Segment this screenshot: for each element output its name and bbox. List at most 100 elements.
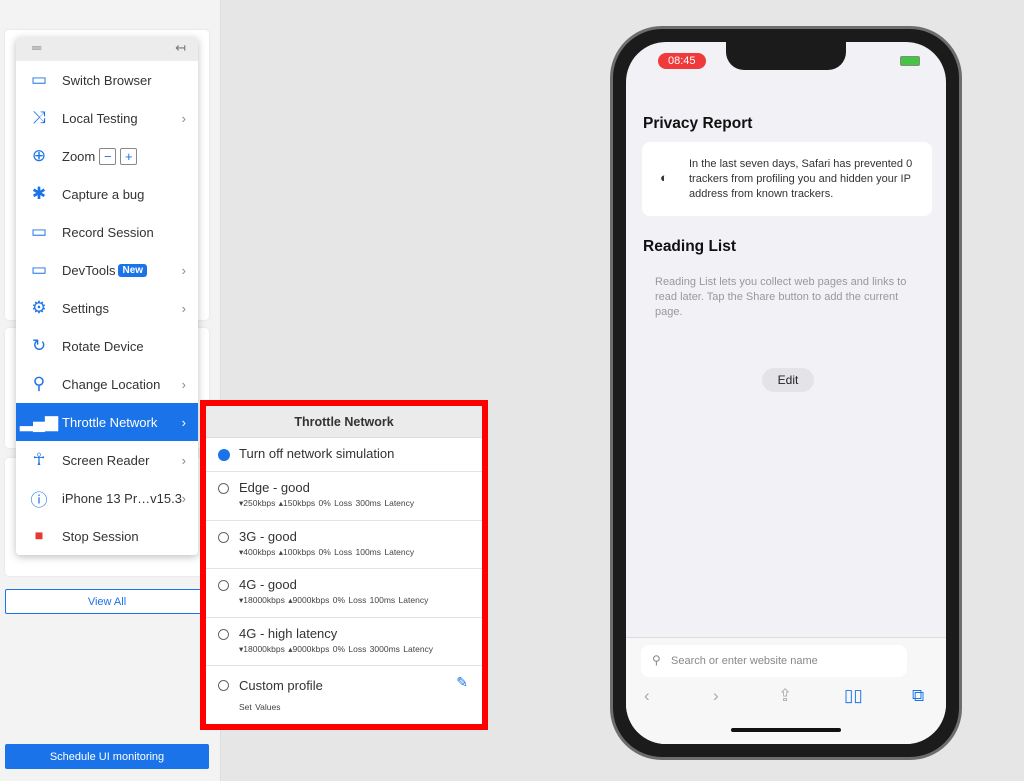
new-badge: New (118, 263, 148, 277)
throttle-network-panel: Throttle Network Turn off network simula… (200, 400, 488, 730)
schedule-ui-monitoring-button[interactable]: Schedule UI monitoring (5, 744, 209, 769)
radio[interactable] (218, 680, 229, 691)
search-placeholder: Search or enter website name (671, 655, 818, 667)
video-icon: ▭ (30, 222, 48, 241)
option-stats: ▾400kbps ▴100kbps 0% Loss 100ms Latency (239, 547, 415, 557)
chevron-right-icon: › (181, 414, 186, 430)
edit-button[interactable]: Edit (762, 368, 814, 392)
privacy-text: In the last seven days, Safari has preve… (689, 158, 913, 200)
accessibility-icon: ☥ (32, 450, 46, 469)
menu-item-device-info[interactable]: ⓘ iPhone 13 Pr…v15.3 › (16, 479, 198, 517)
status-time: 08:45 (658, 53, 706, 69)
menu-item-rotate-device[interactable]: ↻ Rotate Device (16, 327, 198, 365)
safari-toolbar: ⚲ Search or enter website name ‹ › ⇪ ▯▯ ⧉ (626, 637, 946, 744)
menu-item-label: Switch Browser (62, 72, 152, 88)
home-indicator (731, 728, 841, 732)
option-label: 4G - high latency (239, 626, 338, 641)
share-icon[interactable]: ⇪ (778, 686, 792, 706)
view-all-button[interactable]: View All (5, 589, 209, 614)
devices-icon: ▭ (30, 70, 48, 89)
option-3g-good[interactable]: 3G - good ▾400kbps ▴100kbps 0% Loss 100ms… (206, 521, 482, 569)
shuffle-icon: ⤨ (32, 108, 46, 127)
bookmarks-icon[interactable]: ▯▯ (844, 686, 863, 706)
rotate-icon: ↻ (31, 336, 47, 355)
menu-item-label: Record Session (62, 224, 154, 240)
notch (726, 42, 846, 70)
menu-item-screen-reader[interactable]: ☥ Screen Reader › (16, 441, 198, 479)
battery-icon (900, 56, 920, 66)
info-icon: ⓘ (30, 490, 48, 510)
drag-handle-icon[interactable]: ═ (32, 40, 41, 55)
chevron-right-icon: › (181, 376, 186, 392)
menu-item-record-session[interactable]: ▭ Record Session (16, 213, 198, 251)
radio[interactable] (218, 580, 229, 591)
menu-item-label: DevTools (62, 262, 116, 278)
option-stats: ▾18000kbps ▴9000kbps 0% Loss 100ms Laten… (239, 595, 429, 605)
stop-icon: ⏹ (34, 526, 44, 545)
device-screen: 08:45 Privacy Report ◐ In the last seven … (626, 42, 946, 744)
option-label: Custom profile (239, 678, 323, 693)
menu-item-zoom: ⊕ Zoom − + (16, 137, 198, 175)
option-edge-good[interactable]: Edge - good ▾250kbps ▴150kbps 0% Loss 300… (206, 472, 482, 521)
location-pin-icon: ⚲ (32, 374, 46, 393)
chevron-right-icon: › (181, 262, 186, 278)
option-custom-profile[interactable]: Custom profile Set Values ✎ (206, 666, 482, 724)
radio[interactable] (218, 532, 229, 543)
menu-item-label: Capture a bug (62, 186, 145, 202)
shield-icon: ◐ (660, 170, 668, 185)
window-icon: ▭ (30, 260, 48, 279)
iphone-device: 08:45 Privacy Report ◐ In the last seven … (610, 26, 962, 760)
menu-item-change-location[interactable]: ⚲ Change Location › (16, 365, 198, 403)
radio[interactable] (218, 629, 229, 640)
privacy-report-title: Privacy Report (643, 115, 753, 132)
menu-item-devtools[interactable]: ▭ DevTools New › (16, 251, 198, 289)
option-label: 3G - good (239, 529, 297, 544)
menu-item-label: Change Location (62, 376, 161, 392)
menu-item-label: Zoom (62, 148, 96, 164)
menu-header[interactable]: ═ ↤ (16, 37, 198, 61)
menu-item-local-testing[interactable]: ⤨ Local Testing › (16, 99, 198, 137)
zoom-in-button[interactable]: + (120, 147, 138, 165)
set-values-link[interactable]: Set Values (239, 702, 482, 712)
radio[interactable] (218, 483, 229, 494)
pencil-icon[interactable]: ✎ (456, 674, 468, 691)
option-label: 4G - good (239, 577, 297, 592)
forward-icon[interactable]: › (713, 686, 719, 706)
chevron-right-icon: › (181, 490, 186, 506)
zoom-out-button[interactable]: − (99, 147, 117, 165)
option-label: Turn off network simulation (239, 446, 395, 461)
menu-item-label: Rotate Device (62, 338, 144, 354)
reading-list-text: Reading List lets you collect web pages … (655, 276, 907, 318)
back-icon[interactable]: ‹ (644, 686, 650, 706)
zoom-in-icon: ⊕ (31, 146, 47, 165)
option-4g-good[interactable]: 4G - good ▾18000kbps ▴9000kbps 0% Loss 10… (206, 569, 482, 618)
menu-item-capture-bug[interactable]: ✱ Capture a bug (16, 175, 198, 213)
chevron-right-icon: › (181, 452, 186, 468)
menu-item-throttle-network[interactable]: ▂▄▆ Throttle Network › (16, 403, 198, 441)
menu-item-switch-browser[interactable]: ▭ Switch Browser (16, 61, 198, 99)
panel-title: Throttle Network (206, 406, 482, 438)
menu-item-label: iPhone 13 Pr…v15.3 (62, 490, 182, 506)
gear-icon: ⚙ (31, 298, 47, 317)
option-4g-high-latency[interactable]: 4G - high latency ▾18000kbps ▴9000kbps 0%… (206, 618, 482, 666)
radio-selected[interactable] (218, 449, 230, 461)
menu-item-stop-session[interactable]: ⏹ Stop Session (16, 517, 198, 555)
menu-item-label: Throttle Network (62, 414, 158, 430)
chevron-right-icon: › (181, 300, 186, 316)
tabs-icon[interactable]: ⧉ (912, 686, 924, 706)
bug-icon: ✱ (31, 184, 47, 203)
collapse-icon[interactable]: ↤ (175, 40, 186, 56)
option-label: Edge - good (239, 480, 310, 495)
option-stats: ▾250kbps ▴150kbps 0% Loss 300ms Latency (239, 498, 415, 508)
reading-list-title: Reading List (643, 238, 737, 255)
address-bar[interactable]: ⚲ Search or enter website name (641, 645, 907, 677)
menu-item-label: Local Testing (62, 110, 138, 126)
privacy-report-card[interactable]: ◐ In the last seven days, Safari has prev… (642, 142, 932, 216)
menu-item-settings[interactable]: ⚙ Settings › (16, 289, 198, 327)
toolbar-menu: ═ ↤ ▭ Switch Browser ⤨ Local Testing › ⊕ Zoo… (16, 37, 198, 555)
menu-item-label: Settings (62, 300, 109, 316)
search-icon: ⚲ (652, 653, 661, 667)
option-stats: ▾18000kbps ▴9000kbps 0% Loss 3000ms Late… (239, 644, 434, 654)
signal-bars-icon: ▂▄▆ (19, 412, 59, 431)
option-turn-off[interactable]: Turn off network simulation (206, 438, 482, 472)
